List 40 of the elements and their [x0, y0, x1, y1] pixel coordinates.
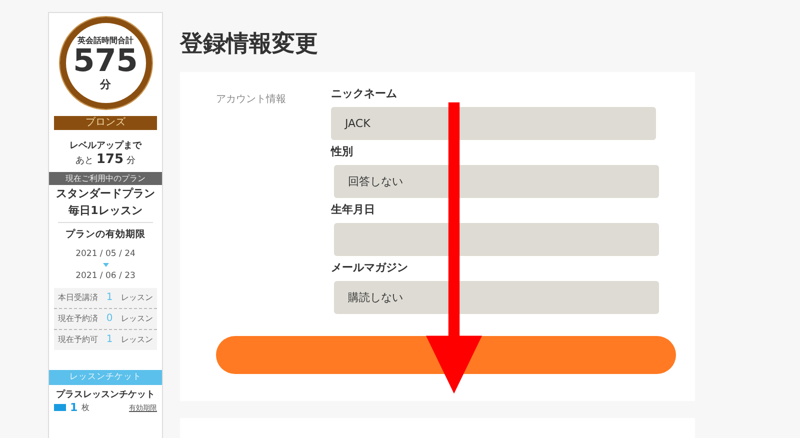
submit-button[interactable] [216, 336, 676, 374]
input-field[interactable]: 回答しない [334, 165, 659, 198]
stat-value: 1 [106, 291, 113, 305]
total-label: 英会話時間合計 [78, 34, 134, 46]
input-field[interactable] [334, 223, 659, 256]
field-label: ニックネーム [331, 87, 398, 101]
plan-name: スタンダードプラン [56, 186, 155, 202]
ticket-unit: 枚 [82, 402, 90, 413]
input-field[interactable]: 購読しない [334, 281, 659, 314]
levelup-unit: 分 [126, 156, 136, 166]
stat-value: 0 [106, 312, 113, 326]
levelup-label: レベルアップまで [70, 139, 142, 152]
page-title: 登録情報変更 [180, 30, 319, 58]
input-field[interactable]: JACK [331, 107, 656, 140]
field-label: 生年月日 [331, 203, 376, 217]
ticket-heading: レッスンチケット [49, 370, 162, 385]
total-value: 575 [73, 46, 138, 76]
stat-label: 現在予約済 [58, 313, 98, 325]
stat-unit: レッスン [121, 313, 153, 325]
ticket-icon [54, 404, 66, 411]
plan-heading: 現在ご利用中のプラン [49, 172, 162, 185]
section-label: アカウント情報 [216, 92, 287, 107]
rank-badge: ブロンズ [54, 116, 157, 130]
stat-unit: レッスン [121, 292, 153, 304]
ticket-name: プラスレッスンチケット [56, 388, 155, 401]
field-label: 性別 [331, 145, 354, 159]
levelup-value: 175 [96, 152, 124, 167]
stat-value: 1 [106, 333, 113, 347]
stat-label: 本日受講済 [58, 292, 98, 304]
start-date: 2021 / 05 / 24 [76, 249, 136, 259]
down-triangle-icon [102, 263, 108, 267]
plan-detail: 毎日1レッスン [68, 203, 142, 219]
stat-unit: レッスン [121, 334, 153, 346]
validity-heading: プランの有効期限 [66, 228, 146, 241]
ticket-count: 1 [70, 401, 78, 414]
levelup-prefix: あと [76, 156, 94, 166]
total-unit: 分 [100, 76, 111, 92]
field-label: メールマガジン [331, 261, 409, 275]
end-date: 2021 / 06 / 23 [76, 271, 136, 281]
stat-label: 現在予約可 [58, 334, 98, 346]
